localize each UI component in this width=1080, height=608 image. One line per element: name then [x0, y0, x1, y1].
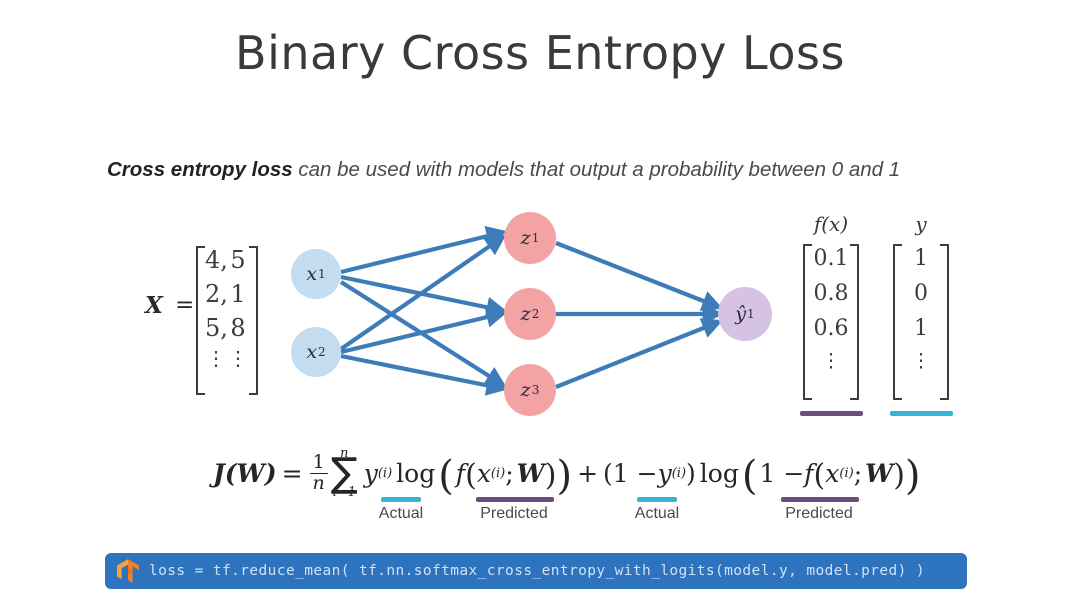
matrix-cell: 1: [230, 280, 246, 308]
summation-symbol: n ∑ i=1: [330, 445, 358, 501]
legend-label: Actual: [634, 505, 680, 522]
actual-vector-label: y: [915, 212, 927, 236]
term2-f: f: [804, 458, 814, 488]
term1-semicolon: ;: [505, 458, 514, 488]
legend-actual-1: Actual: [369, 497, 433, 523]
vector-value: 0.8: [813, 281, 849, 306]
code-bar[interactable]: loss = tf.reduce_mean( tf.nn.softmax_cro…: [105, 553, 967, 589]
vector-value: 1: [914, 246, 928, 271]
term2-inner-one-minus: 1 −: [759, 458, 805, 488]
legend-underline: [637, 497, 677, 502]
page-title: Binary Cross Entropy Loss: [235, 26, 845, 80]
legend-label: Actual: [378, 505, 424, 522]
table-row: 4, 5: [198, 246, 256, 274]
legend-predicted-2: Predicted: [775, 497, 863, 523]
predicted-vector-label: f(x): [813, 212, 849, 236]
term1-x: x: [476, 458, 491, 488]
vector-value: 0.1: [813, 246, 849, 271]
term2-y: y: [657, 458, 672, 488]
term1-y: y: [363, 458, 378, 488]
matrix-cell: 2,: [205, 280, 228, 308]
matrix-cell: ⋮: [206, 346, 226, 370]
legend-actual-2: Actual: [625, 497, 689, 523]
vector-value: 0.6: [813, 316, 849, 341]
node-label: ŷ: [735, 303, 747, 325]
node-subscript: 3: [531, 383, 540, 397]
code-text: loss = tf.reduce_mean( tf.nn.softmax_cro…: [149, 563, 926, 579]
matrix-x-equals: =: [175, 292, 195, 318]
legend-underline: [476, 497, 554, 502]
predicted-underline: [800, 411, 863, 416]
actual-vector-bracket: 1 0 1 ⋮: [893, 244, 949, 400]
formula-plus: +: [577, 458, 599, 488]
node-label: x: [306, 341, 318, 363]
subtitle-lead: Cross entropy loss: [107, 158, 293, 181]
predicted-vector-bracket: 0.1 0.8 0.6 ⋮: [803, 244, 859, 400]
term2-W: W: [865, 458, 894, 488]
matrix-cell: 8: [230, 314, 246, 342]
legend-underline: [781, 497, 859, 502]
subtitle-rest: can be used with models that output a pr…: [292, 158, 901, 181]
term2-x: x: [825, 458, 840, 488]
matrix-cell: 4,: [205, 246, 228, 274]
matrix-cell: 5,: [205, 314, 228, 342]
hidden-node-z2[interactable]: z2: [504, 288, 556, 340]
term1-W: W: [516, 458, 545, 488]
table-row: 2, 1: [198, 280, 256, 308]
edges-hidden-output: [555, 241, 724, 389]
term1-y-superscript: (i): [377, 465, 393, 481]
matrix-cell: ⋮: [228, 346, 248, 370]
term1-f: f: [455, 458, 466, 488]
input-node-x1[interactable]: x1: [291, 249, 341, 299]
node-label: z: [520, 379, 531, 401]
vector-value: ⋮: [911, 350, 931, 372]
matrix-x-label: X: [145, 292, 163, 319]
term2-one-minus: (1 −: [603, 458, 658, 488]
subtitle: Cross entropy loss can be used with mode…: [107, 158, 1007, 182]
vector-value: 1: [914, 316, 928, 341]
table-row: ⋮ ⋮: [198, 346, 256, 370]
formula-fraction: 1 n: [309, 452, 328, 494]
node-label: z: [520, 227, 531, 249]
legend-predicted-1: Predicted: [470, 497, 558, 523]
term2-semicolon: ;: [853, 458, 863, 488]
term2-x-superscript: (i): [839, 465, 854, 481]
matrix-cell: 5: [230, 246, 246, 274]
actual-underline: [890, 411, 953, 416]
edges-input-hidden: [339, 226, 508, 396]
node-label: x: [306, 263, 318, 285]
formula-lhs: J(W): [213, 458, 277, 488]
formula-equals: =: [281, 458, 303, 488]
node-subscript: 2: [531, 307, 540, 321]
tensorflow-logo-icon: [117, 559, 139, 583]
node-subscript: 1: [747, 307, 755, 321]
node-subscript: 2: [318, 345, 326, 359]
fraction-denominator: n: [312, 471, 325, 494]
term1-x-superscript: (i): [490, 465, 506, 481]
node-subscript: 1: [531, 231, 540, 245]
output-node-yhat1[interactable]: ŷ1: [718, 287, 772, 341]
legend-underline: [381, 497, 421, 502]
hidden-node-z1[interactable]: z1: [504, 212, 556, 264]
hidden-node-z3[interactable]: z3: [504, 364, 556, 416]
legend-label: Predicted: [480, 505, 548, 522]
term2-log: log: [699, 458, 739, 488]
node-label: z: [520, 303, 531, 325]
node-subscript: 1: [318, 267, 326, 281]
legend-label: Predicted: [785, 505, 853, 522]
input-node-x2[interactable]: x2: [291, 327, 341, 377]
vector-value: 0: [914, 281, 928, 306]
sigma-lower-limit: i=1: [332, 485, 356, 501]
vector-value: ⋮: [821, 350, 841, 372]
term1-log: log: [396, 458, 436, 488]
table-row: 5, 8: [198, 314, 256, 342]
loss-formula: J(W) = 1 n n ∑ i=1 y (i) log ( f ( x (i) ;…: [213, 445, 921, 501]
fraction-numerator: 1: [309, 452, 328, 474]
matrix-x-bracket: 4, 5 2, 1 5, 8 ⋮ ⋮: [196, 246, 258, 395]
term2-close-paren: ): [686, 458, 696, 488]
term2-y-superscript: (i): [671, 465, 687, 481]
